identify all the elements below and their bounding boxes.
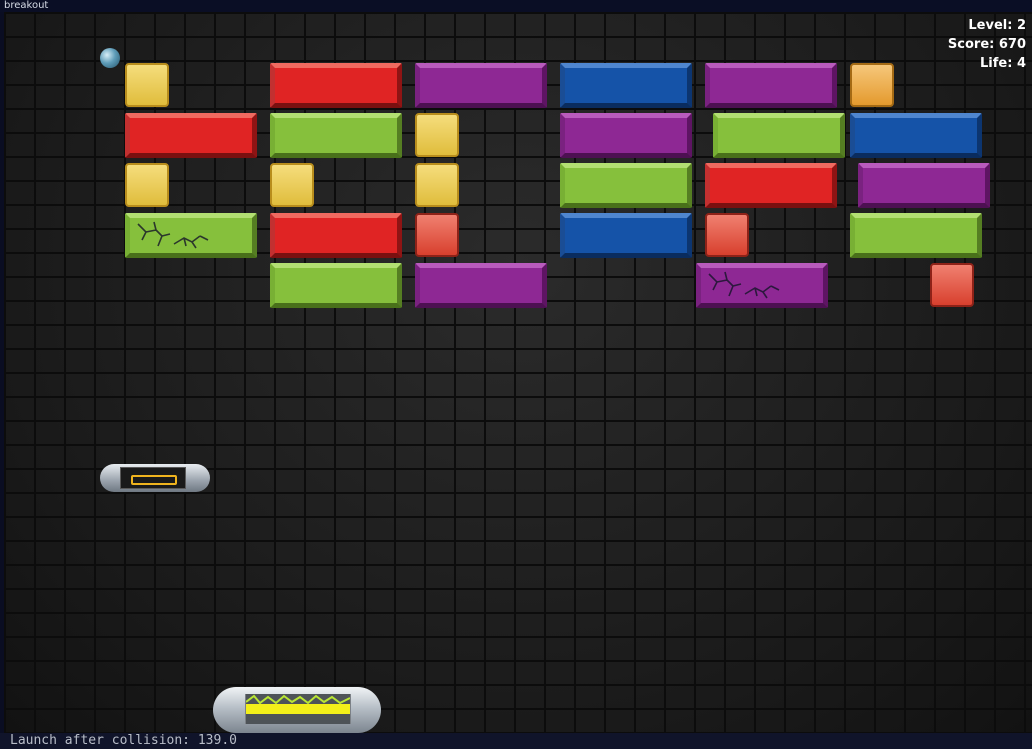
- brick-r3-c5-red: [705, 163, 837, 208]
- brick-r2-c6-blue: [850, 113, 982, 158]
- brick-r4-c3-red-square: [415, 213, 459, 257]
- brick-r3-c4-green: [560, 163, 692, 208]
- brick-r1-c1-yellow: [125, 63, 169, 107]
- level-label: Level: 2: [968, 18, 1026, 33]
- brick-r1-c4-blue: [560, 63, 692, 108]
- brick-r5-c6-red-square: [930, 263, 974, 307]
- powerup-window: [120, 467, 186, 489]
- brick-r4-c6-green: [850, 213, 982, 258]
- paddle-core: [245, 694, 351, 724]
- powerup-capsule: [100, 464, 210, 492]
- brick-r2-c4-purple: [560, 113, 692, 158]
- status-bar: Launch after collision: 139.0: [0, 733, 1032, 749]
- window-title: breakout: [0, 0, 1032, 12]
- score-label: Score: 670: [947, 37, 1026, 52]
- brick-r3-c2-yellow: [270, 163, 314, 207]
- brick-r1-c5-purple: [705, 63, 837, 108]
- brick-r3-c1-yellow: [125, 163, 169, 207]
- crack-icon: [708, 271, 780, 299]
- paddle[interactable]: [213, 687, 381, 733]
- ball: [100, 48, 120, 68]
- crack-icon: [137, 221, 209, 249]
- brick-r1-c3-purple: [415, 63, 547, 108]
- life-label: Life: 4: [980, 56, 1026, 71]
- paddle-charge-fill: [246, 704, 350, 714]
- brick-r5-c5-purple: [696, 263, 828, 308]
- brick-r2-c5-green: [713, 113, 845, 158]
- brick-r4-c5-red-square: [705, 213, 749, 257]
- powerup-bar-icon: [131, 475, 177, 485]
- game-playfield[interactable]: Level: 2 Score: 670 Life: 4: [4, 12, 1032, 733]
- brick-r4-c2-red: [270, 213, 402, 258]
- brick-r2-c3-yellow: [415, 113, 459, 157]
- hud: Level: 2 Score: 670 Life: 4: [948, 16, 1026, 73]
- brick-r5-c3-purple: [415, 263, 547, 308]
- brick-r5-c2-green: [270, 263, 402, 308]
- brick-r4-c1-green: [125, 213, 257, 258]
- brick-r2-c1-red: [125, 113, 257, 158]
- brick-r1-c6-orange: [850, 63, 894, 107]
- brick-r4-c4-blue: [560, 213, 692, 258]
- brick-r3-c3-yellow: [415, 163, 459, 207]
- brick-r1-c2-red: [270, 63, 402, 108]
- brick-r3-c6-purple: [858, 163, 990, 208]
- brick-r2-c2-green: [270, 113, 402, 158]
